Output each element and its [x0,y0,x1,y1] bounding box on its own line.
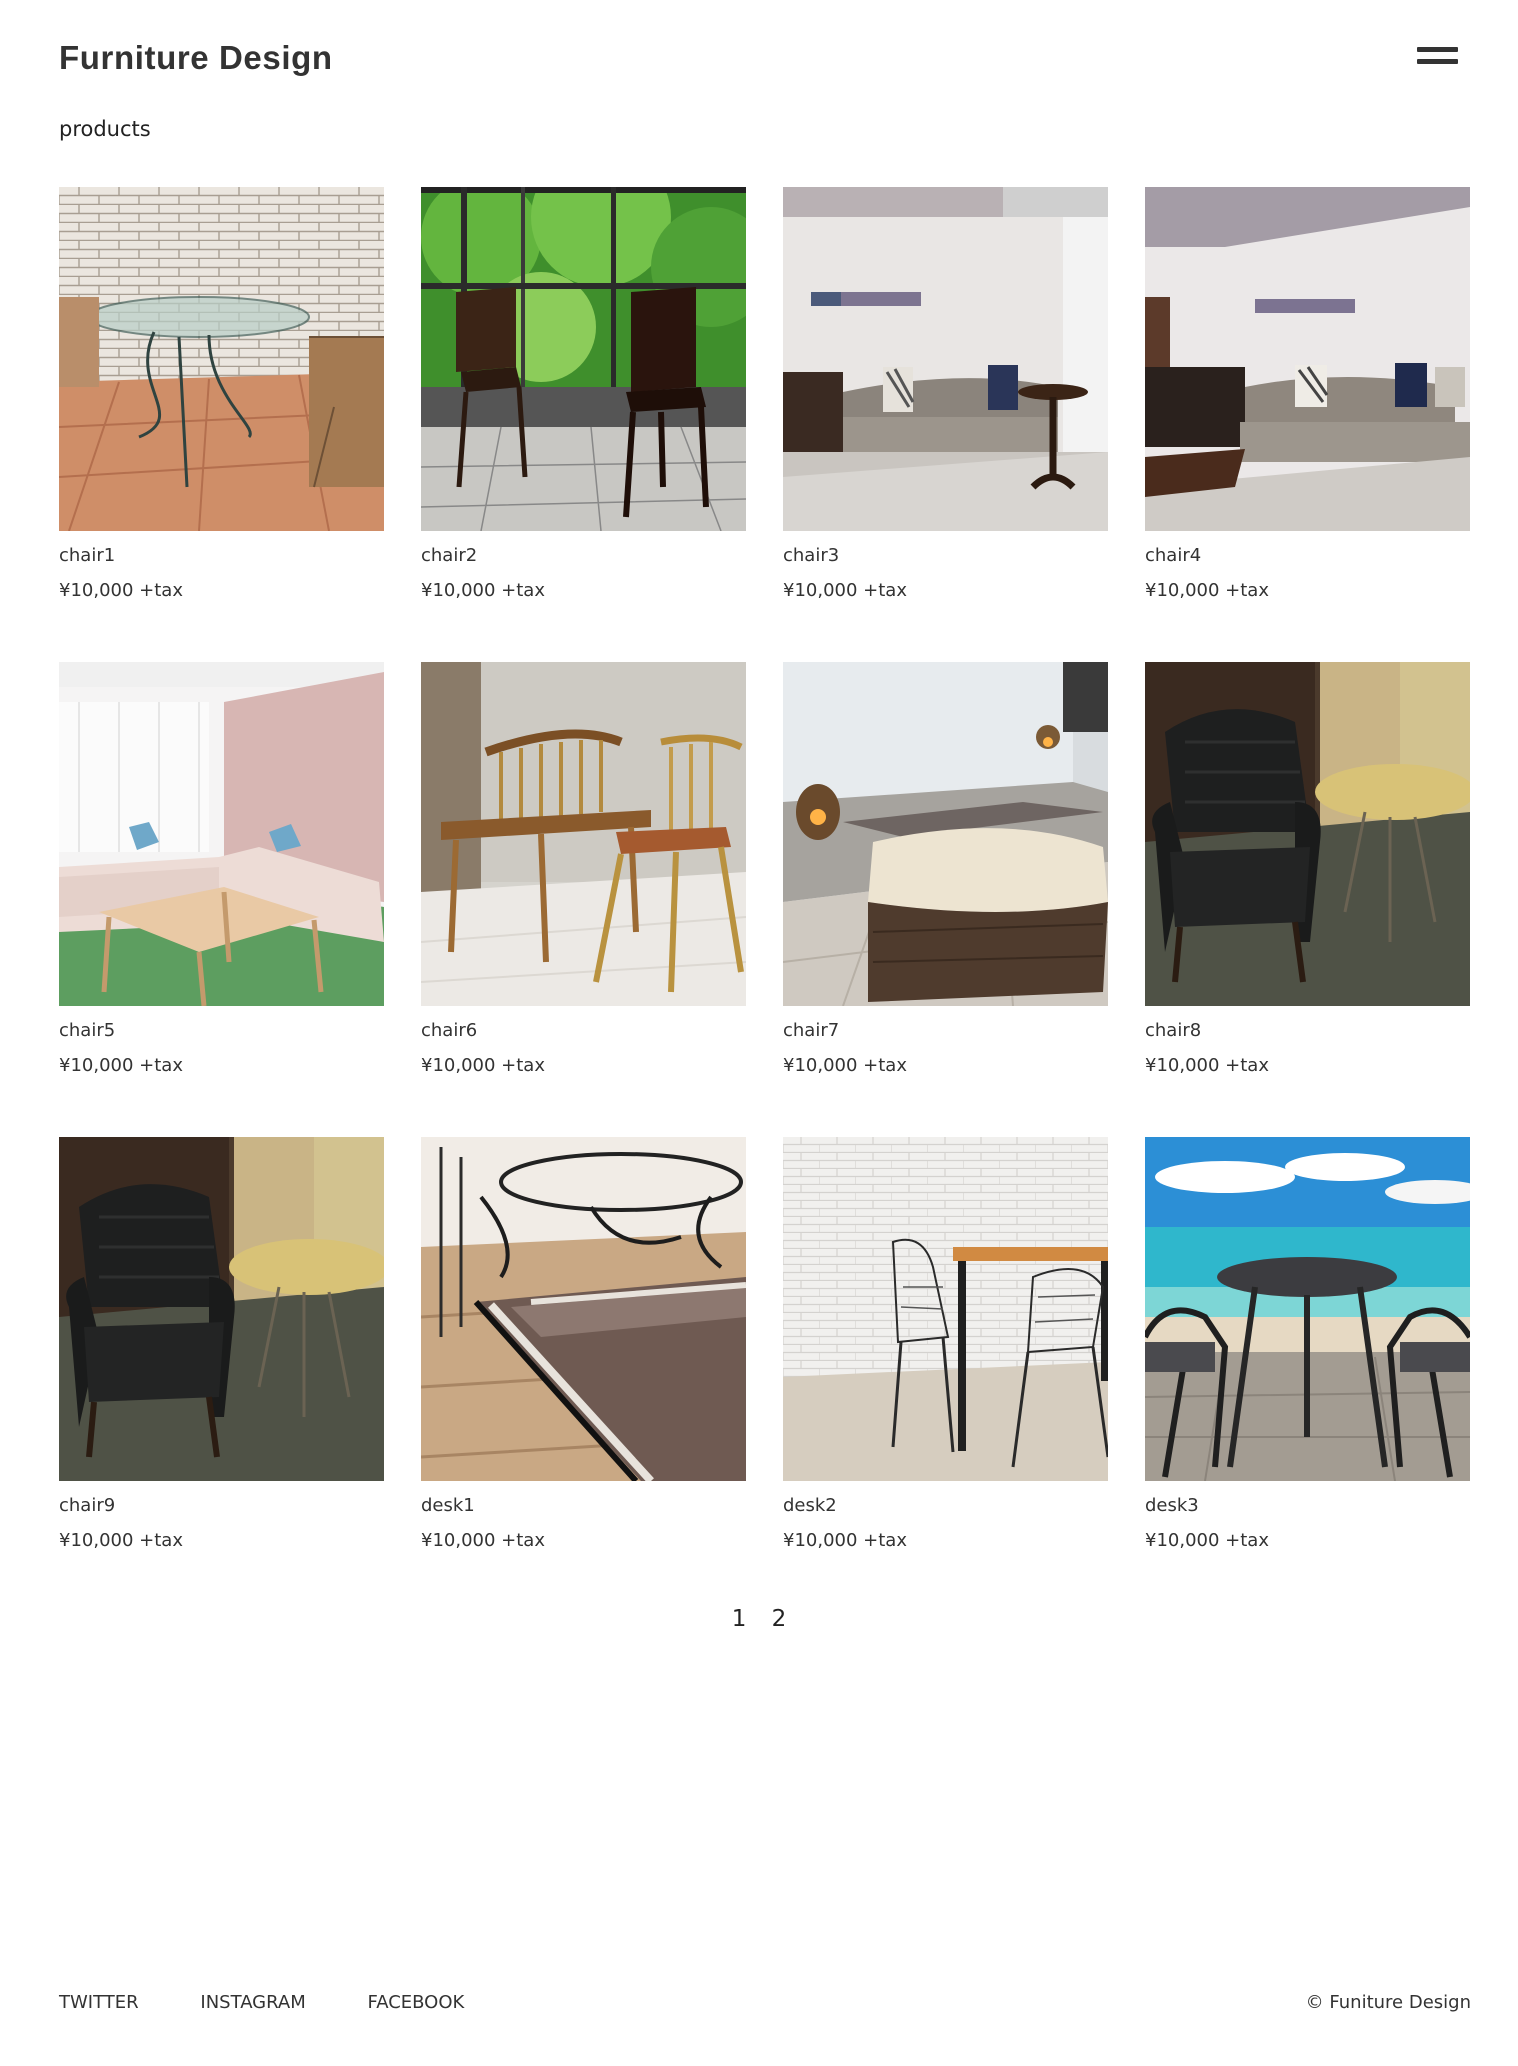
mosaic-table-photo[interactable] [421,1137,746,1481]
pagination: 1 2 [0,1606,1518,1632]
product-card[interactable]: chair7 ¥10,000 +tax [783,662,1108,1137]
product-name[interactable]: chair2 [421,544,746,568]
product-name[interactable]: chair5 [59,1019,384,1043]
ottoman-lantern-photo[interactable] [783,662,1108,1006]
product-price: ¥10,000 +tax [1145,1055,1269,1076]
leather-armchair-photo[interactable] [1145,662,1470,1006]
chairs-forest-window-photo[interactable] [421,187,746,531]
wire-chairs-desk-photo[interactable] [783,1137,1108,1481]
product-card[interactable]: chair3 ¥10,000 +tax [783,187,1108,662]
product-price: ¥10,000 +tax [1145,1530,1269,1551]
product-name[interactable]: chair6 [421,1019,746,1043]
product-name[interactable]: chair4 [1145,544,1470,568]
product-name[interactable]: desk3 [1145,1494,1470,1518]
product-card[interactable]: desk1 ¥10,000 +tax [421,1137,746,1612]
beach-table-photo[interactable] [1145,1137,1470,1481]
hamburger-icon [1417,47,1458,52]
page-link-1[interactable]: 1 [732,1606,747,1632]
social-links: TWITTER INSTAGRAM FACEBOOK [59,1992,1471,2013]
product-name[interactable]: chair7 [783,1019,1108,1043]
living-room-sofa-wide-photo[interactable] [1145,187,1470,531]
living-room-sofa-photo[interactable] [783,187,1108,531]
product-price: ¥10,000 +tax [783,1530,907,1551]
product-card[interactable]: chair9 ¥10,000 +tax [59,1137,384,1612]
section-title: products [59,117,151,141]
leather-armchair-photo[interactable] [59,1137,384,1481]
product-name[interactable]: chair8 [1145,1019,1470,1043]
product-price: ¥10,000 +tax [59,580,183,601]
hamburger-menu-button[interactable] [1417,44,1459,68]
product-grid: chair1 ¥10,000 +tax chair2 ¥10,000 +tax … [59,187,1471,1612]
product-name[interactable]: chair3 [783,544,1108,568]
product-name[interactable]: chair9 [59,1494,384,1518]
facebook-link[interactable]: FACEBOOK [368,1992,465,2013]
product-card[interactable]: chair5 ¥10,000 +tax [59,662,384,1137]
product-price: ¥10,000 +tax [783,1055,907,1076]
product-card[interactable]: chair6 ¥10,000 +tax [421,662,746,1137]
product-price: ¥10,000 +tax [421,580,545,601]
product-card[interactable]: desk2 ¥10,000 +tax [783,1137,1108,1612]
page-link-2[interactable]: 2 [772,1606,787,1632]
product-price: ¥10,000 +tax [59,1055,183,1076]
site-header: Furniture Design [59,36,1459,80]
product-price: ¥10,000 +tax [421,1055,545,1076]
glass-table-brick-wall-photo[interactable] [59,187,384,531]
wooden-chairs-photo[interactable] [421,662,746,1006]
product-name[interactable]: chair1 [59,544,384,568]
twitter-link[interactable]: TWITTER [59,1992,139,2013]
copyright: © Funiture Design [1305,1992,1471,2013]
product-price: ¥10,000 +tax [783,580,907,601]
pink-room-sofa-photo[interactable] [59,662,384,1006]
product-name[interactable]: desk2 [783,1494,1108,1518]
product-price: ¥10,000 +tax [421,1530,545,1551]
product-name[interactable]: desk1 [421,1494,746,1518]
product-card[interactable]: desk3 ¥10,000 +tax [1145,1137,1470,1612]
product-price: ¥10,000 +tax [59,1530,183,1551]
product-card[interactable]: chair8 ¥10,000 +tax [1145,662,1470,1137]
product-card[interactable]: chair4 ¥10,000 +tax [1145,187,1470,662]
site-footer: TWITTER INSTAGRAM FACEBOOK © Funiture De… [59,1992,1471,2020]
product-price: ¥10,000 +tax [1145,580,1269,601]
instagram-link[interactable]: INSTAGRAM [200,1992,305,2013]
site-logo[interactable]: Furniture Design [59,36,333,80]
product-card[interactable]: chair1 ¥10,000 +tax [59,187,384,662]
product-card[interactable]: chair2 ¥10,000 +tax [421,187,746,662]
